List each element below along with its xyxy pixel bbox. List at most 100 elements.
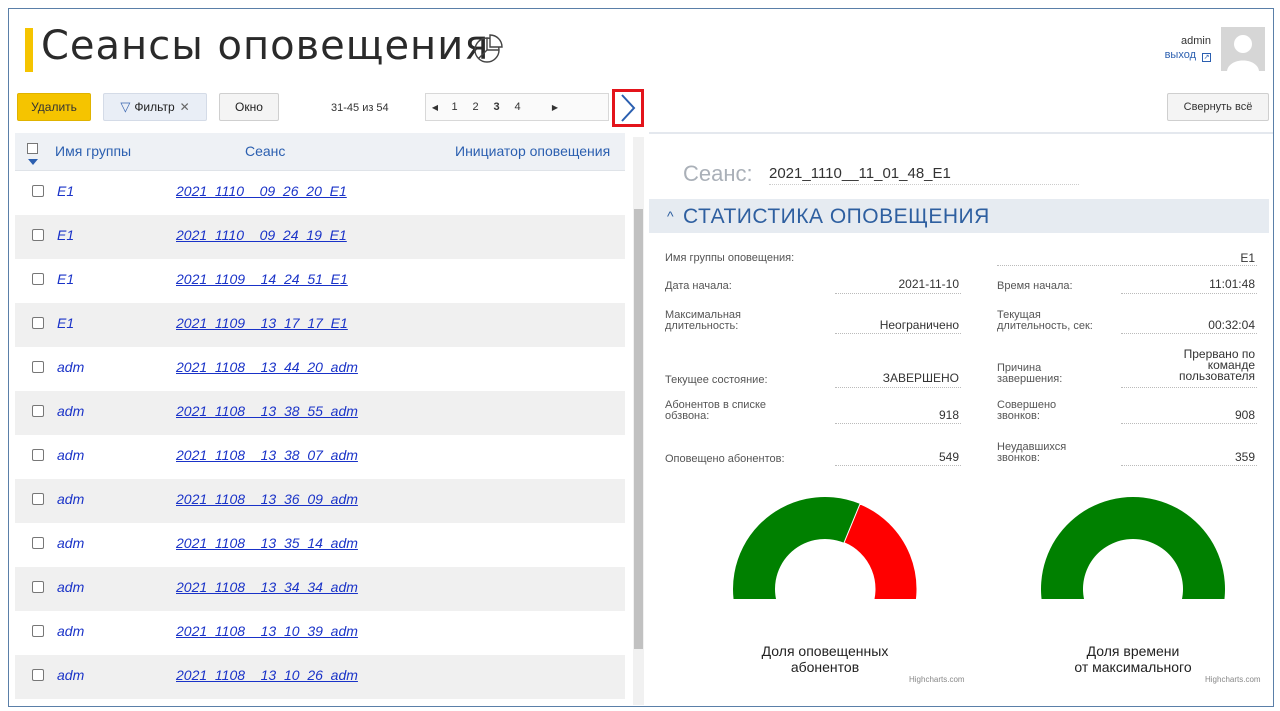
- gauge-2-credit[interactable]: Highcharts.com: [1205, 675, 1261, 684]
- group-cell[interactable]: adm: [57, 667, 84, 683]
- session-link[interactable]: 2021_1108__13_44_20_adm: [176, 359, 358, 375]
- group-cell[interactable]: adm: [57, 623, 84, 639]
- row-checkbox[interactable]: [32, 405, 44, 417]
- session-link[interactable]: 2021_1108__13_36_09_adm: [176, 491, 358, 507]
- row-checkbox[interactable]: [32, 449, 44, 461]
- group-cell[interactable]: E1: [57, 315, 74, 331]
- page-title: Сеансы оповещения: [41, 23, 490, 69]
- prev-page-icon[interactable]: ◀: [426, 103, 444, 112]
- notified-value: 549: [938, 450, 959, 464]
- column-header-initiator[interactable]: Инициатор оповещения: [455, 143, 610, 159]
- session-link[interactable]: 2021_1108__13_38_07_adm: [176, 447, 358, 463]
- table-row[interactable]: adm 2021_1108__13_36_09_adm: [15, 479, 625, 523]
- table-row[interactable]: E1 2021_1110__09_24_19_E1: [15, 215, 625, 259]
- session-link[interactable]: 2021_1110__09_24_19_E1: [176, 227, 347, 243]
- session-detail-panel: Свернуть всё Сеанс: 2021_1110__11_01_48_…: [649, 85, 1273, 706]
- group-cell[interactable]: E1: [57, 183, 74, 199]
- user-name: admin: [1181, 35, 1211, 47]
- filter-button[interactable]: ▽ Фильтр ✕: [103, 93, 207, 121]
- start-time-value: 11:01:48: [1209, 277, 1255, 291]
- table-row[interactable]: adm 2021_1108__13_35_14_adm: [15, 523, 625, 567]
- session-link[interactable]: 2021_1108__13_10_39_adm: [176, 623, 358, 639]
- table-row[interactable]: E1 2021_1110__09_26_20_E1: [15, 171, 625, 215]
- row-checkbox[interactable]: [32, 581, 44, 593]
- sessions-panel: Удалить ▽ Фильтр ✕ Окно 31-45 из 54 ◀ 1 …: [9, 85, 644, 706]
- session-link[interactable]: 2021_1108__13_35_14_adm: [176, 535, 358, 551]
- page-4[interactable]: 4: [507, 101, 528, 113]
- group-cell[interactable]: E1: [57, 271, 74, 287]
- table-row[interactable]: adm 2021_1108__13_34_34_adm: [15, 567, 625, 611]
- logout-label[interactable]: выход: [1165, 49, 1196, 61]
- page-3[interactable]: 3: [486, 101, 507, 113]
- current-duration-label-2: длительность, сек:: [997, 320, 1093, 332]
- row-checkbox[interactable]: [32, 317, 44, 329]
- start-time-label: Время начала:: [997, 280, 1073, 292]
- vertical-scrollbar[interactable]: [633, 137, 644, 705]
- row-checkbox[interactable]: [32, 361, 44, 373]
- reason-label-2: завершения:: [997, 373, 1063, 385]
- group-cell[interactable]: adm: [57, 535, 84, 551]
- table-row[interactable]: E1 2021_1109__13_17_17_E1: [15, 303, 625, 347]
- session-link[interactable]: 2021_1108__13_38_55_adm: [176, 403, 358, 419]
- calls-value: 908: [1234, 408, 1255, 422]
- table-row[interactable]: adm 2021_1108__13_44_20_adm: [15, 347, 625, 391]
- table-row[interactable]: adm 2021_1108__13_38_07_adm: [15, 435, 625, 479]
- dotted-line: [835, 333, 961, 334]
- session-link[interactable]: 2021_1110__09_26_20_E1: [176, 183, 347, 199]
- gauge-1-credit[interactable]: Highcharts.com: [909, 675, 965, 684]
- group-cell[interactable]: adm: [57, 403, 84, 419]
- dotted-line: [1121, 387, 1257, 388]
- next-page-small-icon[interactable]: ▶: [546, 103, 564, 112]
- session-link[interactable]: 2021_1108__13_10_26_adm: [176, 667, 358, 683]
- row-checkbox[interactable]: [32, 625, 44, 637]
- select-all-checkbox[interactable]: [27, 143, 38, 154]
- sessions-toolbar: Удалить ▽ Фильтр ✕ Окно 31-45 из 54 ◀ 1 …: [9, 85, 644, 133]
- table-row[interactable]: E1 2021_1109__14_24_51_E1: [15, 259, 625, 303]
- row-checkbox[interactable]: [32, 229, 44, 241]
- session-link[interactable]: 2021_1108__13_34_34_adm: [176, 579, 358, 595]
- column-header-session[interactable]: Сеанс: [245, 143, 285, 159]
- collapse-all-button[interactable]: Свернуть всё: [1167, 93, 1269, 121]
- window-button[interactable]: Окно: [219, 93, 279, 121]
- column-header-group[interactable]: Имя группы: [55, 143, 131, 159]
- session-link[interactable]: 2021_1109__13_17_17_E1: [176, 315, 348, 331]
- group-cell[interactable]: adm: [57, 359, 84, 375]
- session-link[interactable]: 2021_1109__14_24_51_E1: [176, 271, 348, 287]
- avatar[interactable]: [1221, 27, 1265, 71]
- chevron-up-icon[interactable]: ^: [667, 208, 674, 224]
- delete-button[interactable]: Удалить: [17, 93, 91, 121]
- range-label: 31-45 из 54: [331, 102, 389, 114]
- session-label: Сеанс:: [683, 161, 753, 186]
- row-checkbox[interactable]: [32, 669, 44, 681]
- subscribers-value: 918: [938, 408, 959, 422]
- page-1[interactable]: 1: [444, 101, 465, 113]
- dotted-line: [1121, 333, 1257, 334]
- page-2[interactable]: 2: [465, 101, 486, 113]
- group-cell[interactable]: adm: [57, 579, 84, 595]
- start-date-label: Дата начала:: [665, 280, 732, 292]
- group-cell[interactable]: E1: [57, 227, 74, 243]
- dotted-line: [835, 423, 961, 424]
- dotted-line: [835, 387, 961, 388]
- table-row[interactable]: adm 2021_1108__13_38_55_adm: [15, 391, 625, 435]
- row-checkbox[interactable]: [32, 493, 44, 505]
- next-page-button[interactable]: [612, 89, 644, 127]
- group-cell[interactable]: adm: [57, 491, 84, 507]
- clear-filter-icon[interactable]: ✕: [180, 100, 190, 114]
- table-row[interactable]: adm 2021_1108__13_10_39_adm: [15, 611, 625, 655]
- divider: [649, 132, 1273, 134]
- logout-link[interactable]: выход ↗: [1165, 49, 1211, 62]
- stats-section-header[interactable]: ^ СТАТИСТИКА ОПОВЕЩЕНИЯ: [649, 199, 1269, 233]
- sessions-list: E1 2021_1110__09_26_20_E1 E1 2021_1110__09_…: [15, 171, 625, 699]
- max-duration-label-2: длительность:: [665, 320, 739, 332]
- table-row[interactable]: adm 2021_1108__13_10_26_adm: [15, 655, 625, 699]
- sort-down-icon[interactable]: [28, 159, 38, 165]
- row-checkbox[interactable]: [32, 185, 44, 197]
- gauge-1-label-2: абонентов: [790, 659, 860, 675]
- pie-chart-icon[interactable]: [472, 33, 504, 65]
- vertical-scroll-thumb[interactable]: [634, 209, 643, 649]
- group-cell[interactable]: adm: [57, 447, 84, 463]
- row-checkbox[interactable]: [32, 273, 44, 285]
- row-checkbox[interactable]: [32, 537, 44, 549]
- logout-icon[interactable]: ↗: [1202, 53, 1211, 62]
